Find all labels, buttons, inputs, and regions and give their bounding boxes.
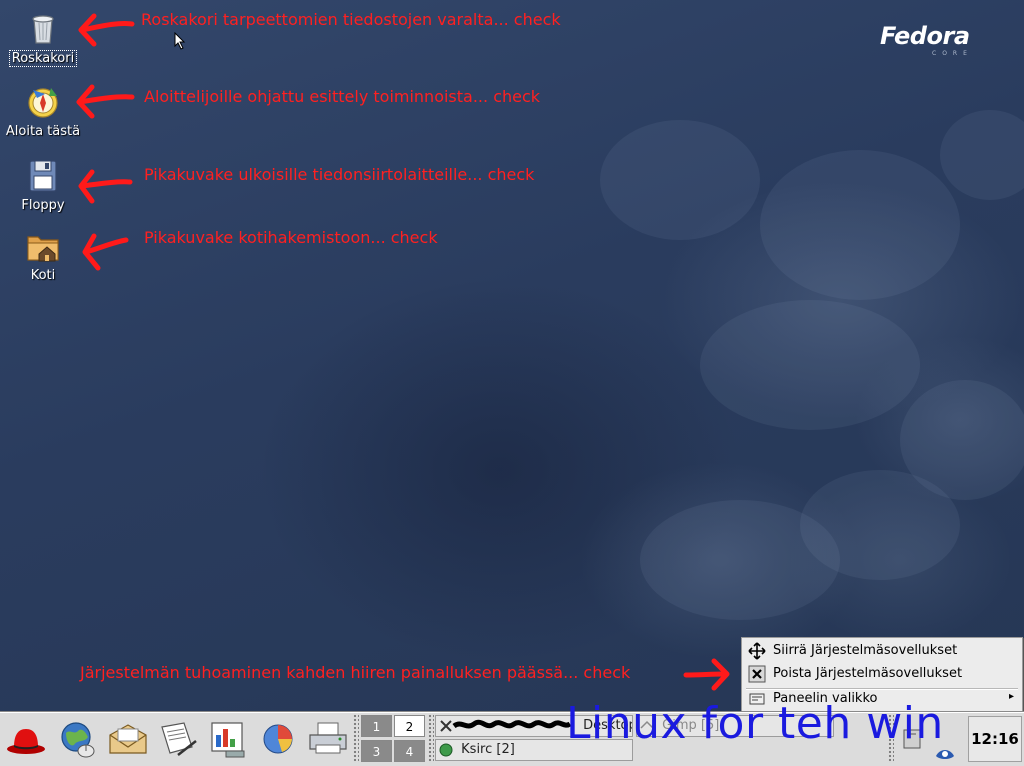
x-icon	[440, 719, 452, 732]
main-menu-button[interactable]	[4, 717, 48, 761]
desktop-icon-floppy[interactable]: Floppy	[3, 158, 83, 213]
desktop-icon-label: Floppy	[21, 198, 65, 213]
workspace-2[interactable]: 2	[394, 715, 425, 737]
wallpaper-leaf	[760, 150, 960, 300]
annotation-destroy: Järjestelmän tuhoaminen kahden hiiren pa…	[80, 663, 631, 682]
workspace-3[interactable]: 3	[361, 740, 392, 762]
desktop-icon-label: Aloita tästä	[5, 124, 81, 139]
floppy-icon	[25, 158, 61, 194]
red-arrow-icon	[78, 13, 135, 47]
close-icon	[748, 665, 766, 683]
desktop-background[interactable]	[0, 0, 1024, 712]
word-processor-launcher[interactable]	[156, 717, 200, 761]
desktop-icon-home[interactable]: Koti	[3, 228, 83, 283]
annotation-home: Pikakuvake kotihakemistoon... check	[144, 228, 438, 247]
desktop-icon-label: Roskakori	[8, 50, 78, 67]
wallpaper-leaf	[600, 120, 760, 240]
web-browser-launcher[interactable]	[56, 717, 100, 761]
submenu-arrow-icon: ▸	[1008, 691, 1014, 702]
trash-icon	[25, 10, 61, 46]
panel-clock[interactable]: 12:16	[968, 716, 1022, 762]
printer-icon	[309, 722, 347, 754]
workspace-1[interactable]: 1	[361, 715, 392, 737]
spreadsheet-launcher[interactable]	[256, 717, 300, 761]
menu-item-remove-applet[interactable]: Poista Järjestelmäsovellukset	[742, 663, 1022, 685]
fedora-logo-sub: CORE	[932, 50, 973, 57]
overlay-caption: Linux for teh win	[566, 698, 944, 749]
annotation-floppy: Pikakuvake ulkoisille tiedonsiirtolaitte…	[144, 165, 535, 184]
compass-icon	[25, 84, 61, 120]
pie-chart-icon	[263, 724, 293, 754]
annotation-start: Aloittelijoille ohjattu esittely toiminn…	[144, 87, 541, 106]
chat-icon	[439, 743, 453, 756]
wallpaper-leaf	[800, 470, 960, 580]
wallpaper-leaf	[700, 300, 920, 430]
desktop-icon-label: Koti	[30, 268, 56, 283]
document-icon	[161, 722, 197, 756]
presentation-icon	[211, 722, 245, 758]
globe-mouse-icon	[61, 722, 95, 758]
red-arrow-icon	[82, 233, 129, 271]
menu-item-label: Siirrä Järjestelmäsovellukset	[773, 643, 958, 658]
mouse-cursor-icon	[174, 32, 186, 50]
red-arrow-icon	[683, 658, 730, 691]
wallpaper-leaf	[940, 110, 1024, 200]
censor-scribble	[452, 719, 572, 729]
panel-drag-handle[interactable]	[428, 714, 434, 763]
red-hat-icon	[7, 729, 45, 754]
panel-drag-handle[interactable]	[353, 714, 359, 763]
fedora-logo: Fedora CORE	[880, 22, 990, 62]
workspace-switcher: 1 2 3 4	[361, 715, 427, 763]
mail-icon	[109, 724, 147, 754]
move-icon	[748, 642, 766, 660]
home-folder-icon	[25, 228, 61, 264]
presentation-launcher[interactable]	[206, 717, 250, 761]
workspace-4[interactable]: 4	[394, 740, 425, 762]
email-launcher[interactable]	[106, 717, 150, 761]
task-label: Ksirc [2]	[461, 742, 515, 757]
red-arrow-icon	[78, 169, 133, 204]
menu-item-move-applet[interactable]: Siirrä Järjestelmäsovellukset	[742, 640, 1022, 662]
red-arrow-icon	[76, 84, 135, 119]
fedora-logo-word: Fedora	[880, 22, 970, 50]
printer-launcher[interactable]	[306, 717, 350, 761]
desktop-icon-start-here[interactable]: Aloita tästä	[3, 84, 83, 139]
desktop-icon-trash[interactable]: Roskakori	[3, 10, 83, 67]
menu-item-label: Poista Järjestelmäsovellukset	[773, 666, 963, 681]
annotation-trash: Roskakori tarpeettomien tiedostojen vara…	[141, 10, 561, 29]
